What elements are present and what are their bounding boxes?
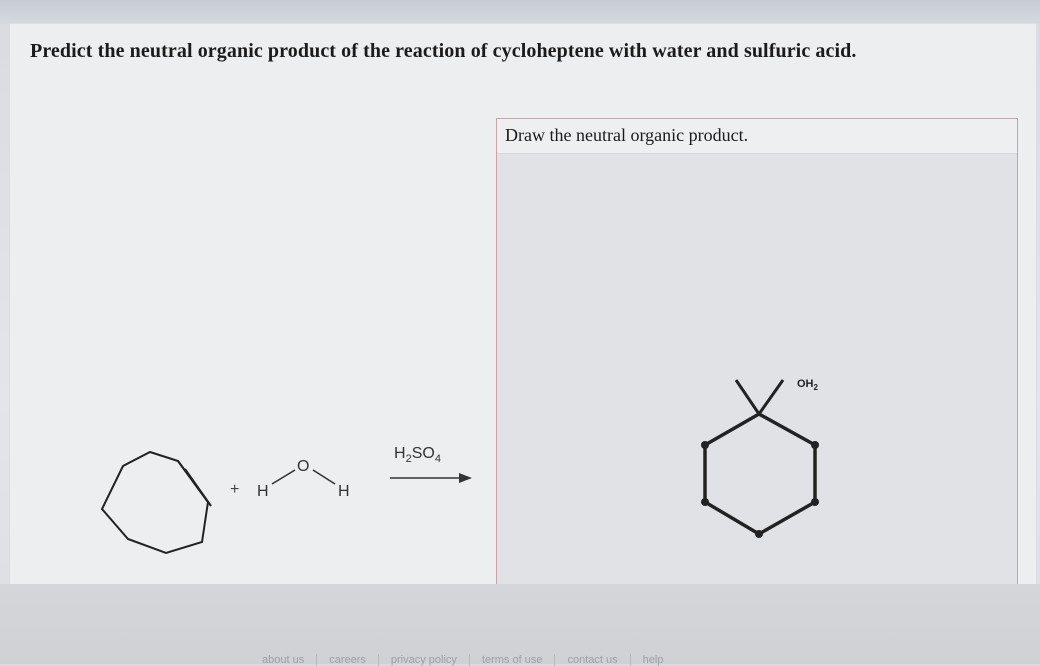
drawing-canvas[interactable]: OH2 [497,154,1017,585]
answer-header: Draw the neutral organic product. [497,119,1017,154]
footer-link-contact[interactable]: contact us [555,654,631,666]
footer-link-privacy[interactable]: privacy policy [379,654,470,666]
water-bond-right [312,469,336,485]
footer: about us careers privacy policy terms of… [0,584,1040,666]
product-oh-label[interactable]: OH2 [797,378,819,392]
top-strip [0,0,1040,24]
cycloheptene-ring [100,450,210,555]
branch-left [734,379,761,415]
reagent-label: H2SO4 [394,445,441,465]
answer-prompt: Draw the neutral organic product. [505,125,749,145]
footer-link-help[interactable]: help [631,654,676,666]
water-oxygen: O [297,458,309,475]
footer-link-careers[interactable]: careers [317,654,379,666]
footer-link-about[interactable]: about us [250,654,318,666]
atom-dot[interactable] [701,441,709,449]
atom-dot[interactable] [811,498,819,506]
atom-dot[interactable] [701,498,709,506]
plus-sign: + [230,481,239,498]
cyclohexane-ring[interactable] [703,412,817,536]
product-structure[interactable]: OH2 [497,154,1017,585]
reaction-arrowhead [459,473,472,483]
atom-dot[interactable] [811,441,819,449]
footer-link-terms[interactable]: terms of use [470,654,556,666]
question-panel: Predict the neutral organic product of t… [10,24,1036,585]
atom-dot[interactable] [755,530,763,538]
water-bond-left [271,469,296,485]
answer-drawing-box[interactable]: Draw the neutral organic product. OH2 [496,118,1018,585]
reaction-scheme: + H O H H2SO4 [100,445,472,555]
water-h-right: H [338,483,350,500]
footer-links: about us careers privacy policy terms of… [250,654,675,666]
branch-right [757,379,785,415]
water-h-left: H [257,483,269,500]
